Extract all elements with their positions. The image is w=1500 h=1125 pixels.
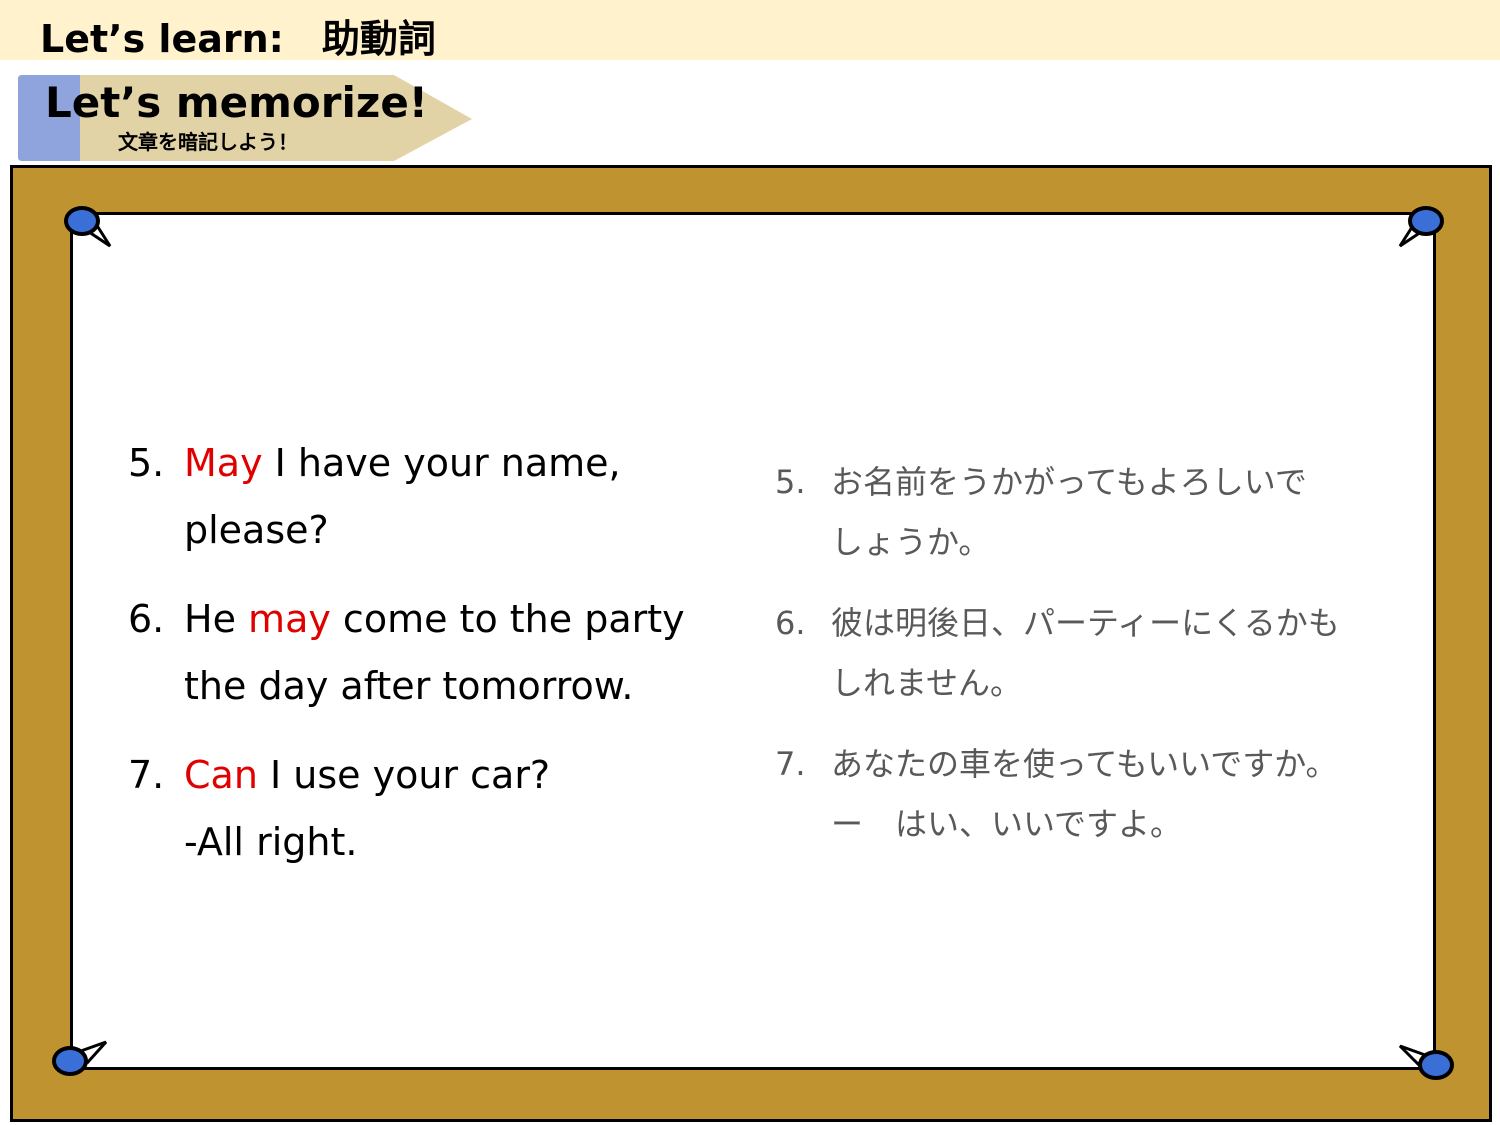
item-number: 6. [128, 597, 165, 641]
list-item: 5. May I have your name, please? [128, 430, 748, 564]
page-title: Let’s learn: 助動詞 [40, 17, 436, 61]
sentence-text: He [184, 597, 249, 641]
pushpin-icon [1398, 1044, 1454, 1080]
translation-text: お名前をうかがってもよろしいで [831, 463, 1307, 501]
pushpin-icon [52, 1040, 108, 1076]
modal-verb: May [184, 441, 263, 485]
list-item: 7. あなたの車を使ってもいいですか。 ー はい、いいですよ。 [775, 734, 1395, 854]
sentence-text: I have your name, [262, 441, 621, 485]
list-item: 5. お名前をうかがってもよろしいで しょうか。 [775, 452, 1395, 572]
item-number: 7. [775, 745, 806, 783]
sentence-text: I use your car? [257, 753, 551, 797]
modal-verb: may [248, 597, 331, 641]
sentence-text: come to the party [330, 597, 685, 641]
pushpin-icon [64, 206, 112, 248]
item-number: 5. [128, 441, 165, 485]
banner-subtitle: 文章を暗記しよう！ [118, 130, 298, 154]
translation-text: あなたの車を使ってもいいですか。 [831, 745, 1338, 783]
banner-title: Let’s memorize! [45, 78, 428, 127]
list-item: 6. 彼は明後日、パーティーにくるかも しれません。 [775, 593, 1395, 713]
list-item: 6. He may come to the party the day afte… [128, 586, 748, 720]
english-sentence-list: 5. May I have your name, please? 6. He m… [128, 430, 748, 898]
translation-text: しれません。 [831, 664, 1023, 702]
japanese-translation-list: 5. お名前をうかがってもよろしいで しょうか。 6. 彼は明後日、パーティーに… [775, 452, 1395, 875]
pushpin-icon [1398, 206, 1444, 248]
item-number: 6. [775, 604, 806, 642]
translation-text: 彼は明後日、パーティーにくるかも [831, 604, 1340, 642]
item-number: 5. [775, 463, 806, 501]
translation-text: しょうか。 [831, 523, 991, 561]
list-item: 7. Can I use your car? -All right. [128, 742, 748, 876]
sentence-text: please? [184, 508, 329, 552]
sentence-text: the day after tomorrow. [184, 664, 634, 708]
translation-text: ー はい、いいですよ。 [831, 805, 1183, 843]
item-number: 7. [128, 753, 165, 797]
sentence-text: -All right. [184, 820, 358, 864]
modal-verb: Can [184, 753, 258, 797]
